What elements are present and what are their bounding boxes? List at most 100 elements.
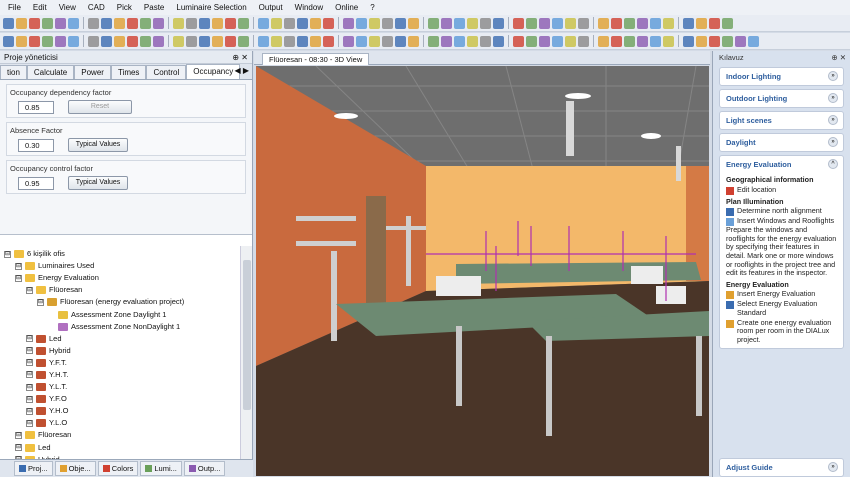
toolbar-button-icon[interactable] [709,35,720,47]
tree-scrollbar[interactable] [240,246,252,459]
tree-node[interactable]: ⊟ Y.L.O [0,417,240,429]
toolbar-button-icon[interactable] [735,35,746,47]
tree-node[interactable]: ⊟ 6 kişilik ofis [0,248,240,260]
tree-node[interactable]: ⊟ Y.L.T. [0,381,240,393]
tree-node[interactable]: ⊟ Hybrid [0,345,240,357]
insert-ee-text[interactable]: Insert Energy Evaluation [737,290,815,299]
toolbar-button-icon[interactable] [598,35,609,47]
tree-node[interactable]: ⊟ Led [0,442,240,454]
toolbar-button-icon[interactable] [16,17,27,29]
toolbar-button-icon[interactable] [3,35,14,47]
control-field[interactable]: 0.95 [18,176,54,190]
toolbar-button-icon[interactable] [238,17,249,29]
tree-node[interactable]: ⊟ Y.F.O [0,393,240,405]
card-header[interactable]: Daylight » [720,134,843,151]
expand-icon[interactable] [48,323,55,331]
reset-button[interactable]: Reset [68,100,132,114]
tab-tion[interactable]: tion [0,65,27,79]
card-header-energy[interactable]: Energy Evaluation ^ [720,156,843,173]
expand-icon[interactable]: ⊟ [4,250,11,258]
bottom-tab-2[interactable]: Colors [97,461,139,476]
toolbar-button-icon[interactable] [722,35,733,47]
menu-item-1[interactable]: Edit [27,3,53,12]
toolbar-button-icon[interactable] [382,35,393,47]
toolbar-button-icon[interactable] [526,35,537,47]
tree-node[interactable]: ⊟ Energy Evaluation [0,272,240,284]
absence-field[interactable]: 0.30 [18,138,54,152]
toolbar-button-icon[interactable] [55,17,66,29]
menu-item-7[interactable]: Output [253,3,289,12]
toolbar-button-icon[interactable] [114,17,125,29]
toolbar-button-icon[interactable] [565,35,576,47]
tree-node[interactable]: ⊟ Flüoresan [0,284,240,296]
tree-node[interactable]: Assessment Zone NonDaylight 1 [0,321,240,333]
toolbar-button-icon[interactable] [513,35,524,47]
tab-times[interactable]: Times [110,65,147,79]
menu-item-8[interactable]: Window [289,3,329,12]
toolbar-button-icon[interactable] [284,35,295,47]
toolbar-button-icon[interactable] [624,35,635,47]
toolbar-button-icon[interactable] [140,17,151,29]
typical-values-button[interactable]: Typical Values [68,138,128,152]
north-text[interactable]: Determine north alignment [737,206,822,216]
toolbar-button-icon[interactable] [343,17,354,29]
tab-scroll-arrows[interactable]: ◀ ▶ [234,66,249,75]
toolbar-button-icon[interactable] [441,35,452,47]
toolbar-button-icon[interactable] [611,35,622,47]
toolbar-button-icon[interactable] [29,35,40,47]
toolbar-button-icon[interactable] [624,17,635,29]
dependency-field[interactable]: 0.85 [18,100,54,114]
toolbar-button-icon[interactable] [493,17,504,29]
toolbar-button-icon[interactable] [225,35,236,47]
toolbar-button-icon[interactable] [493,35,504,47]
toolbar-button-icon[interactable] [356,35,367,47]
select-standard-link[interactable]: Select Energy Evaluation Standard [726,299,837,317]
toolbar-button-icon[interactable] [565,17,576,29]
toolbar-button-icon[interactable] [238,35,249,47]
toolbar-button-icon[interactable] [513,17,524,29]
toolbar-button-icon[interactable] [526,17,537,29]
toolbar-button-icon[interactable] [101,17,112,29]
toolbar-button-icon[interactable] [408,35,419,47]
toolbar-button-icon[interactable] [323,35,334,47]
toolbar-button-icon[interactable] [199,17,210,29]
toolbar-button-icon[interactable] [637,17,648,29]
toolbar-button-icon[interactable] [709,17,720,29]
menu-item-3[interactable]: CAD [82,3,111,12]
edit-location-link[interactable]: Edit location [726,185,837,195]
toolbar-button-icon[interactable] [310,17,321,29]
toolbar-button-icon[interactable] [101,35,112,47]
toolbar-button-icon[interactable] [395,17,406,29]
toolbar-button-icon[interactable] [284,17,295,29]
toolbar-button-icon[interactable] [173,35,184,47]
expand-icon[interactable]: ⊟ [15,444,22,452]
create-room-text[interactable]: Create one energy evaluation room per ro… [737,318,837,345]
bottom-tab-3[interactable]: Lumi... [140,461,182,476]
expand-icon[interactable]: ⊟ [26,335,33,343]
toolbar-button-icon[interactable] [199,35,210,47]
menu-item-6[interactable]: Luminaire Selection [170,3,252,12]
toolbar-button-icon[interactable] [297,17,308,29]
toolbar-button-icon[interactable] [454,35,465,47]
tree-node[interactable]: ⊟ Y.H.T. [0,369,240,381]
toolbar-button-icon[interactable] [454,17,465,29]
toolbar-button-icon[interactable] [3,17,14,29]
toolbar-button-icon[interactable] [225,17,236,29]
3d-viewport[interactable] [256,66,709,476]
toolbar-button-icon[interactable] [552,35,563,47]
insert-ee-link[interactable]: Insert Energy Evaluation [726,290,837,300]
toolbar-button-icon[interactable] [696,17,707,29]
select-standard-text[interactable]: Select Energy Evaluation Standard [737,299,837,317]
toolbar-button-icon[interactable] [55,35,66,47]
toolbar-button-icon[interactable] [186,17,197,29]
bottom-tab-1[interactable]: Obje... [54,461,96,476]
toolbar-button-icon[interactable] [16,35,27,47]
toolbar-button-icon[interactable] [343,35,354,47]
expand-icon[interactable]: ⊟ [26,407,33,415]
toolbar-button-icon[interactable] [408,17,419,29]
expand-icon[interactable]: » [828,115,838,125]
toolbar-button-icon[interactable] [42,17,53,29]
toolbar-button-icon[interactable] [480,35,491,47]
tab-3d-view[interactable]: Flüoresan - 08:30 - 3D View [262,53,370,65]
toolbar-button-icon[interactable] [441,17,452,29]
